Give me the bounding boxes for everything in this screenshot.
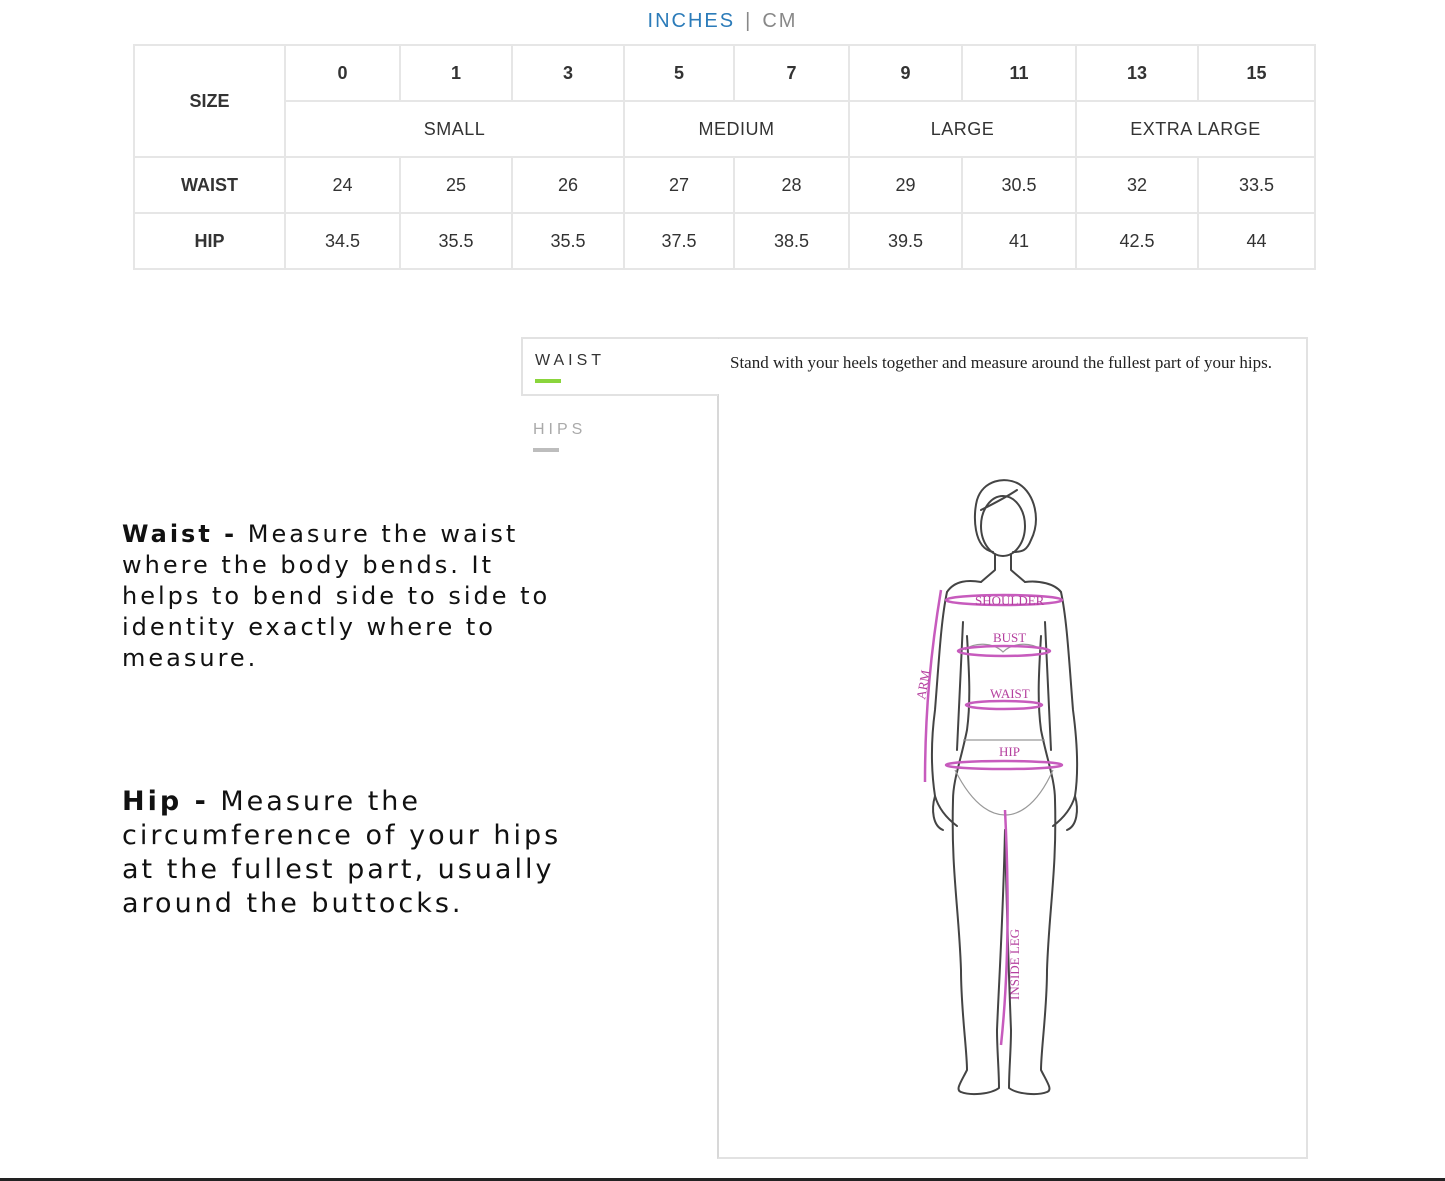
- tab-waist-active-indicator: [535, 379, 561, 383]
- hip-description: Hip - Measure the circumference of your …: [122, 785, 602, 921]
- waist-description-title: Waist -: [122, 520, 238, 548]
- size-cell: 3: [511, 44, 625, 102]
- size-cell: 1: [399, 44, 513, 102]
- size-chart-table: SIZE 0 1 3 5 7 9 11 13 15 SMALL MEDIUM L…: [133, 44, 1316, 270]
- size-cell: 11: [961, 44, 1077, 102]
- tab-waist-label: WAIST: [535, 352, 606, 369]
- unit-toggle: INCHES | CM: [0, 10, 1445, 33]
- unit-inches-option[interactable]: INCHES: [648, 10, 736, 32]
- waist-cell: 29: [848, 156, 963, 214]
- size-group-small: SMALL: [284, 100, 625, 158]
- hip-cell: 34.5: [284, 212, 401, 270]
- hip-header: HIP: [133, 212, 286, 270]
- size-cell: 9: [848, 44, 963, 102]
- waist-cell: 26: [511, 156, 625, 214]
- tab-hips[interactable]: HIPS: [521, 412, 718, 464]
- waist-header: WAIST: [133, 156, 286, 214]
- tab-hips-indicator: [533, 448, 559, 452]
- size-group-large: LARGE: [848, 100, 1077, 158]
- unit-separator: |: [745, 10, 753, 32]
- size-row: SIZE 0 1 3 5 7 9 11 13 15: [133, 44, 1316, 158]
- waist-cell: 25: [399, 156, 513, 214]
- waist-description: Waist - Measure the waist where the body…: [122, 519, 552, 674]
- size-cell: 13: [1075, 44, 1199, 102]
- inside-leg-label: INSIDE LEG: [1007, 929, 1022, 1000]
- hip-cell: 42.5: [1075, 212, 1199, 270]
- waist-row: WAIST 24 25 26 27 28 29 30.5 32 33.5: [133, 156, 1316, 214]
- shoulder-label: SHOULDER: [975, 593, 1045, 608]
- size-cell: 0: [284, 44, 401, 102]
- waist-cell: 32: [1075, 156, 1199, 214]
- size-header: SIZE: [133, 44, 286, 158]
- hip-cell: 41: [961, 212, 1077, 270]
- size-group-medium: MEDIUM: [623, 100, 850, 158]
- waist-figure-label: WAIST: [990, 686, 1030, 701]
- hip-cell: 35.5: [399, 212, 513, 270]
- waist-cell: 24: [284, 156, 401, 214]
- measurement-instruction: Stand with your heels together and measu…: [730, 353, 1272, 372]
- size-group-row: SMALL MEDIUM LARGE EXTRA LARGE: [134, 100, 1316, 158]
- hip-description-title: Hip -: [122, 786, 209, 817]
- size-cell: 5: [623, 44, 735, 102]
- waist-cell: 28: [733, 156, 850, 214]
- size-cell: 15: [1197, 44, 1316, 102]
- hip-cell: 44: [1197, 212, 1316, 270]
- size-group-extra-large: EXTRA LARGE: [1075, 100, 1316, 158]
- waist-cell: 30.5: [961, 156, 1077, 214]
- hip-cell: 38.5: [733, 212, 850, 270]
- hip-row: HIP 34.5 35.5 35.5 37.5 38.5 39.5 41 42.…: [133, 212, 1316, 270]
- size-cell: 7: [733, 44, 850, 102]
- bust-label: BUST: [993, 630, 1026, 645]
- tab-hips-label: HIPS: [533, 421, 587, 438]
- unit-cm-option[interactable]: CM: [762, 10, 797, 32]
- hip-cell: 39.5: [848, 212, 963, 270]
- arm-label: ARM: [913, 668, 933, 700]
- waist-cell: 27: [623, 156, 735, 214]
- hip-figure-label: HIP: [999, 744, 1020, 759]
- tab-waist[interactable]: WAIST: [521, 337, 718, 396]
- hip-cell: 37.5: [623, 212, 735, 270]
- hip-cell: 35.5: [511, 212, 625, 270]
- body-measurement-figure: SHOULDER BUST WAIST HIP ARM INSIDE LEG: [913, 479, 1079, 1096]
- waist-cell: 33.5: [1197, 156, 1316, 214]
